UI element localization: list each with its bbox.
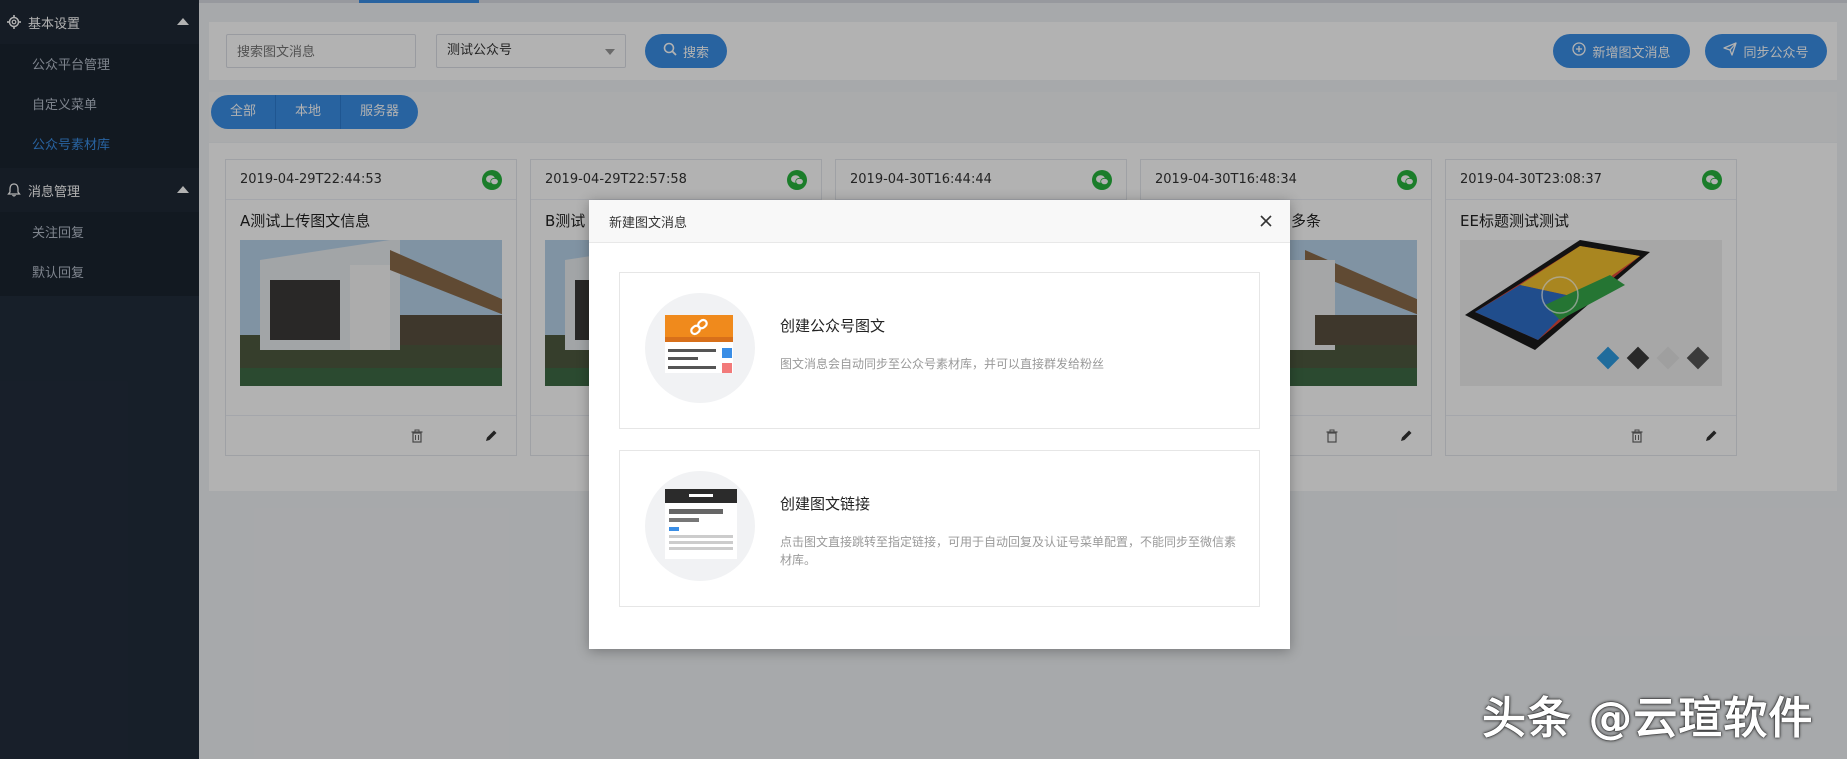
option-description: 点击图文直接跳转至指定链接，可用于自动回复及认证号菜单配置，不能同步至微信素材库… [780,535,1237,567]
create-link-option[interactable]: 创建图文链接 点击图文直接跳转至指定链接，可用于自动回复及认证号菜单配置，不能同… [619,450,1260,607]
option-title: 创建图文链接 [780,495,871,513]
create-article-option[interactable]: 创建公众号图文 图文消息会自动同步至公众号素材库，并可以直接群发给粉丝 [619,272,1260,429]
dialog-title: 新建图文消息 [609,215,688,231]
article-icon [645,293,755,403]
link-page-icon [645,471,755,581]
dialog-header: 新建图文消息 [589,200,1290,243]
close-icon[interactable] [1258,213,1274,229]
option-title: 创建公众号图文 [780,317,886,335]
watermark: 头条 @云瑄软件 [1482,693,1814,744]
new-article-dialog: 新建图文消息 创建公众号图文 图文消息会自动同步至公众号素材库，并可以直接群发给… [589,200,1290,649]
option-description: 图文消息会自动同步至公众号素材库，并可以直接群发给粉丝 [780,357,1105,371]
